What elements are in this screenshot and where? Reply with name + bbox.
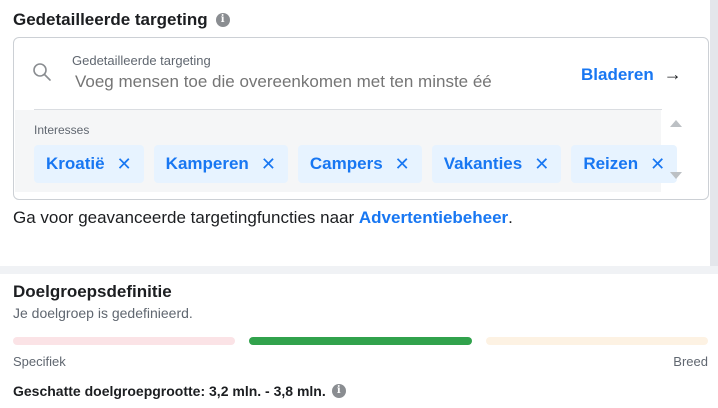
search-icon	[33, 63, 51, 81]
arrow-right-icon: →	[663, 64, 682, 84]
close-icon[interactable]: ✕	[650, 154, 665, 175]
close-icon[interactable]: ✕	[395, 154, 410, 175]
audience-meter-active	[249, 337, 472, 345]
chip-label: Reizen	[583, 154, 639, 173]
meter-label-specific: Specifiek	[13, 354, 66, 369]
audience-meter-broad	[486, 337, 708, 345]
info-icon[interactable]: i	[215, 13, 230, 27]
audience-size-estimate: Geschatte doelgroepgrootte: 3,2 mln. - 3…	[13, 383, 346, 399]
chip-label: Vakanties	[443, 154, 523, 173]
browse-button-label: Bladeren	[581, 64, 654, 84]
search-input[interactable]	[72, 72, 542, 92]
chip-label: Kamperen	[165, 154, 249, 173]
section-title: Gedetailleerde targeting i	[13, 10, 230, 30]
interest-chip: Campers ✕	[297, 145, 422, 183]
interest-chips: Kroatië ✕ Kamperen ✕ Campers ✕ Vakanties…	[34, 145, 678, 183]
interest-chip: Kroatië ✕	[34, 145, 144, 183]
page-scrollbar[interactable]	[710, 0, 718, 266]
interests-label: Interesses	[34, 123, 90, 137]
targeting-box: Gedetailleerde targeting Bladeren → Inte…	[13, 37, 709, 200]
help-text-suffix: .	[508, 208, 513, 227]
help-text-prefix: Ga voor geavanceerde targetingfuncties n…	[13, 208, 359, 227]
estimate-text: Geschatte doelgroepgrootte: 3,2 mln. - 3…	[13, 383, 326, 399]
audience-subtitle: Je doelgroep is gedefinieerd.	[13, 305, 193, 321]
detailed-targeting-panel: Gedetailleerde targeting i Gedetailleerd…	[0, 0, 718, 266]
scroll-up-icon[interactable]	[670, 120, 682, 127]
meter-label-broad: Breed	[673, 354, 708, 369]
chip-label: Campers	[309, 154, 383, 173]
section-title-text: Gedetailleerde targeting	[13, 10, 208, 29]
scroll-down-icon[interactable]	[670, 172, 682, 179]
interest-chip: Kamperen ✕	[153, 145, 288, 183]
search-label: Gedetailleerde targeting	[72, 53, 211, 68]
close-icon[interactable]: ✕	[261, 154, 276, 175]
close-icon[interactable]: ✕	[534, 154, 549, 175]
interests-scrollbar[interactable]	[665, 110, 687, 188]
chip-label: Kroatië	[46, 154, 105, 173]
interest-chip: Vakanties ✕	[431, 145, 562, 183]
info-icon[interactable]: i	[331, 384, 346, 398]
audience-definition-panel: Doelgroepsdefinitie Je doelgroep is gede…	[0, 274, 718, 408]
audience-title: Doelgroepsdefinitie	[13, 282, 172, 301]
audience-meter-specific	[13, 337, 235, 345]
interest-chip: Reizen ✕	[571, 145, 678, 183]
close-icon[interactable]: ✕	[117, 154, 132, 175]
interests-area: Interesses Kroatië ✕ Kamperen ✕ Campers …	[15, 110, 678, 192]
browse-button[interactable]: Bladeren →	[581, 64, 682, 85]
ads-manager-link[interactable]: Advertentiebeheer	[359, 208, 508, 227]
help-text: Ga voor geavanceerde targetingfuncties n…	[13, 208, 513, 228]
